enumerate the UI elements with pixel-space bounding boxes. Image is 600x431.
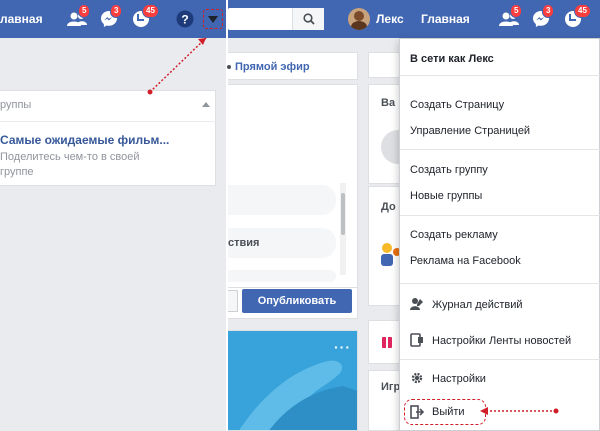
groups-header: руппы [0,99,32,111]
live-video-icon [227,65,231,69]
messages-icon-right[interactable]: 3 [528,4,555,32]
friend-requests-icon[interactable]: 5 [64,4,91,32]
home-link-right[interactable]: Главная [421,12,470,26]
divider [0,121,216,122]
menu-divider [400,215,600,216]
privacy-selector[interactable] [228,290,238,312]
composer-panel: ствия Опубликовать [228,84,358,319]
side-card-title: Ва [381,97,396,109]
home-link[interactable]: лавная [0,12,43,26]
menu-item-create-group[interactable]: Создать группу [410,164,488,176]
friend-requests-icon-right[interactable]: 5 [496,4,523,32]
annotation-arrow-lower [480,407,559,415]
menu-item-news-feed-preferences[interactable]: Настройки Ленты новостей [432,335,571,347]
menu-item-logout[interactable]: Выйти [432,406,465,418]
composer-option[interactable] [228,185,336,215]
annotation-arrow-upper [147,37,207,95]
svg-text:?: ? [181,13,188,27]
account-dropdown-menu: В сети как Лекс Создать Страницу Управле… [399,38,600,431]
composer-option-label: ствия [228,237,260,249]
more-options-icon[interactable]: ··· [334,339,351,355]
activity-log-icon [410,297,424,311]
divider [228,287,358,288]
side-card-title: Игр [381,381,401,393]
right-top-bar: Лекс Главная 5 3 45 [228,0,600,38]
search-icon [302,13,315,25]
friend-requests-badge: 5 [78,4,91,18]
profile-name-link[interactable]: Лекс [376,12,404,26]
messages-badge: 3 [110,4,123,18]
search-button[interactable] [292,8,324,30]
group-link[interactable]: Самые ожидаемые фильм... [0,133,169,147]
menu-item-create-ad[interactable]: Создать рекламу [410,229,498,241]
news-feed-prefs-icon [410,333,424,347]
gear-icon [410,371,424,385]
menu-divider [400,75,600,76]
account-menu-button[interactable] [203,9,223,29]
notifications-badge: 45 [142,4,159,18]
post-image[interactable]: ··· [228,330,358,431]
menu-item-new-groups[interactable]: Новые группы [410,190,482,202]
notifications-badge-right: 45 [574,4,591,18]
caret-down-icon [208,15,218,23]
notifications-icon-right[interactable]: 45 [560,4,591,32]
menu-item-create-page[interactable]: Создать Страницу [410,99,504,111]
live-tab-bar: Прямой эфир [227,52,358,80]
menu-item-activity-log[interactable]: Журнал действий [432,299,523,311]
menu-item-manage-pages[interactable]: Управление Страницей [410,125,530,137]
side-card-title: До [381,201,396,213]
online-status[interactable]: В сети как Лекс [410,53,494,65]
menu-divider [400,149,600,150]
composer-option[interactable] [228,270,336,282]
friend-requests-badge-right: 5 [510,4,523,18]
collapse-up-icon[interactable] [202,102,210,107]
messages-badge-right: 3 [542,4,555,18]
scrollbar[interactable] [340,183,346,275]
live-tab[interactable]: Прямой эфир [235,61,310,73]
menu-item-settings[interactable]: Настройки [432,373,486,385]
group-hint: Поделитесь чем-то в своей группе [0,151,140,178]
gift-icon [382,337,392,348]
publish-button[interactable]: Опубликовать [242,289,352,313]
logout-icon [410,405,425,419]
scrollbar-thumb[interactable] [341,193,345,235]
messages-icon[interactable]: 3 [96,4,123,32]
groups-panel: руппы Самые ожидаемые фильм... Поделитес… [0,90,216,186]
menu-divider [400,359,600,360]
menu-item-ads-on-facebook[interactable]: Реклама на Facebook [410,255,521,267]
avatar[interactable] [348,8,370,30]
menu-divider [400,283,600,284]
composer-option-activity[interactable]: ствия [228,228,336,258]
